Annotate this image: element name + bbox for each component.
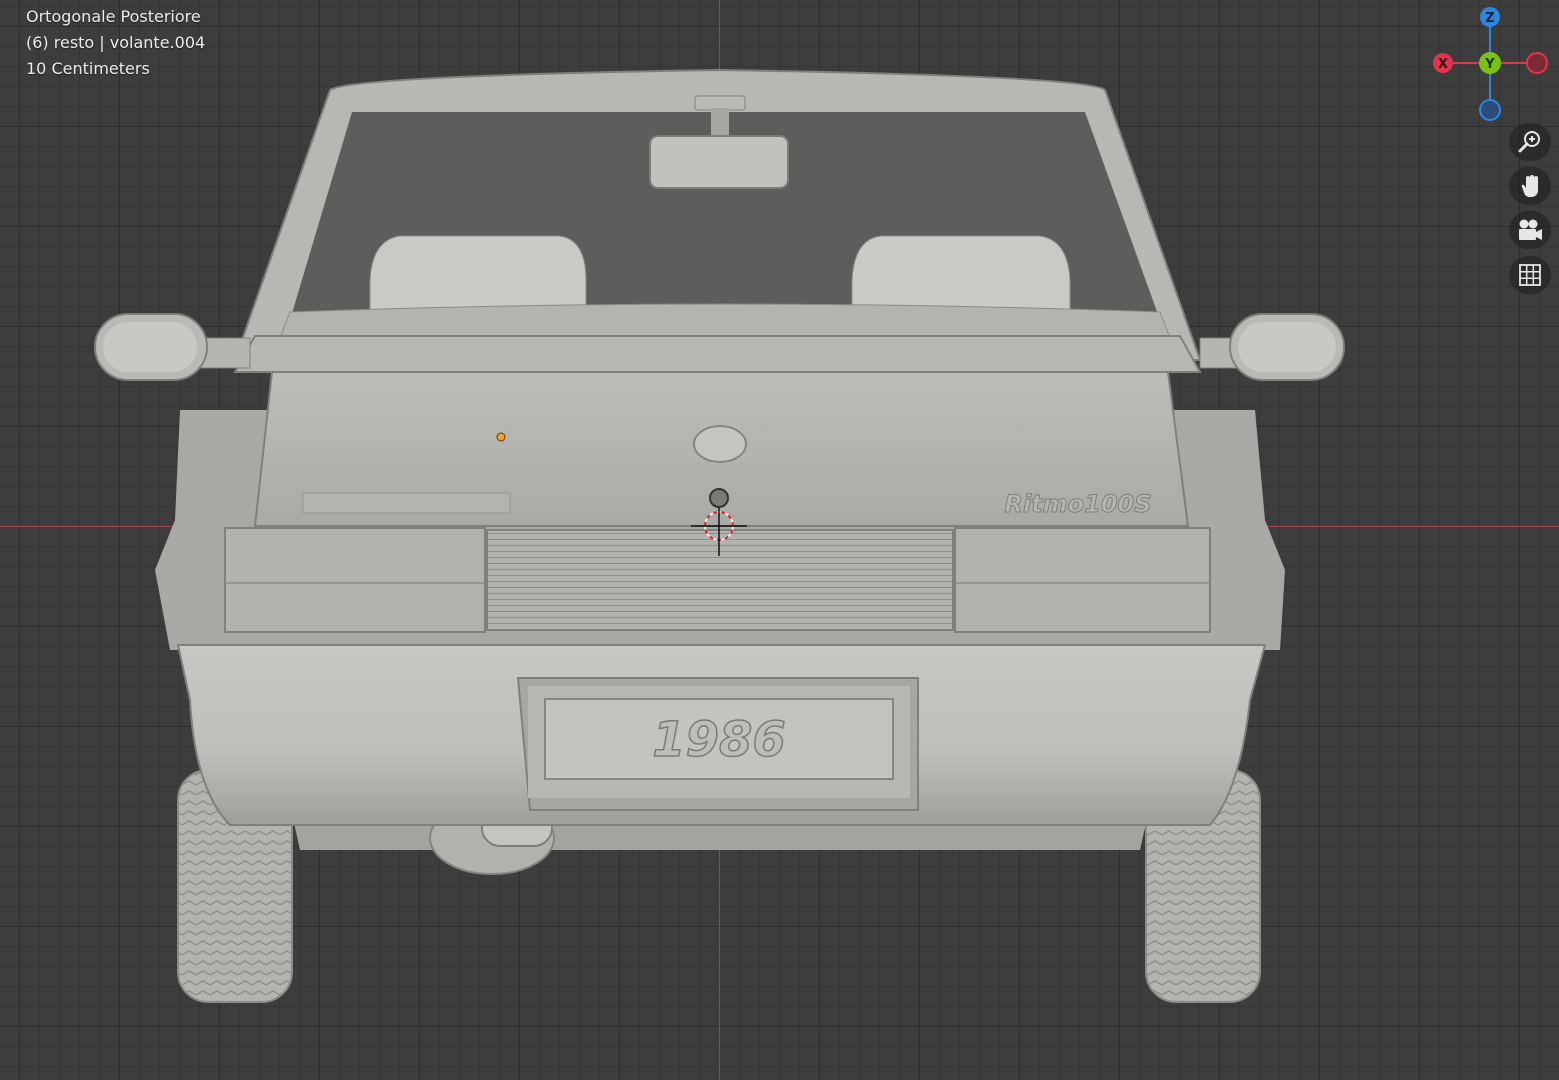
left-side-mirror [94, 313, 251, 381]
x-axis-label: X [1438, 57, 1448, 72]
view-name: Ortogonale Posteriore [26, 7, 201, 26]
spoiler [233, 335, 1202, 373]
object-info: (6) resto | volante.004 [26, 33, 206, 52]
camera-icon [1519, 219, 1542, 240]
pan-button[interactable] [1509, 167, 1551, 205]
plate-number: 1986 [652, 712, 786, 768]
grid-icon [1519, 264, 1541, 286]
viewport-info: Ortogonale Posteriore (6) resto | volant… [26, 4, 205, 82]
right-tail-light [954, 527, 1211, 633]
camera-view-button[interactable] [1509, 211, 1551, 249]
right-side-mirror [1199, 313, 1345, 381]
rear-grille [486, 529, 954, 631]
neg-x-axis-icon [1526, 52, 1548, 74]
y-axis-label: Y [1484, 57, 1495, 72]
car-model[interactable]: Ritmo100S 1986 [0, 0, 1559, 1080]
pan-hand-icon [1521, 175, 1538, 197]
z-axis-label: Z [1485, 11, 1494, 26]
orthographic-toggle-button[interactable] [1509, 256, 1551, 294]
neg-z-axis-icon [1479, 99, 1501, 121]
object-origin [496, 432, 506, 442]
grid-scale: 10 Centimeters [26, 59, 150, 78]
trunk-lock [693, 425, 747, 463]
zoom-icon [1518, 131, 1540, 153]
zoom-button[interactable] [1509, 123, 1551, 161]
rearview-mirror [649, 135, 789, 189]
navigation-gizmo[interactable]: Z X Y [1430, 4, 1550, 124]
left-tail-light [224, 527, 486, 633]
model-badge: Ritmo100S [1004, 490, 1151, 518]
